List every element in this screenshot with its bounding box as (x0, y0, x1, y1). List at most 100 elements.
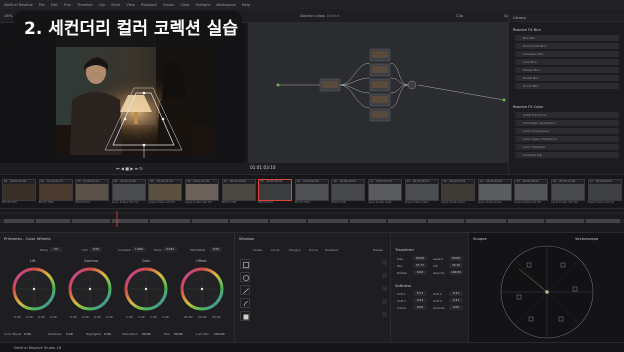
clip-thumbnail[interactable]: 09 00:00:00:00 (294, 179, 329, 201)
contrast-field[interactable]: 1.000 (132, 247, 146, 252)
window-toggle[interactable] (382, 299, 387, 304)
shadows-value[interactable]: 0.00 (66, 332, 73, 336)
menu-item-file[interactable]: File (39, 3, 45, 7)
clip-thumbnail[interactable]: 10 00:00:00:00 (331, 179, 366, 201)
node-editor[interactable] (248, 23, 508, 163)
lift-value[interactable]: 0.00 (26, 315, 33, 319)
window-toggle[interactable] (382, 273, 387, 278)
clip-thumbnail[interactable]: 01 00:00:00:00 (2, 179, 36, 201)
rotate-field[interactable]: 0.00 (413, 270, 427, 275)
gain-value[interactable]: 1.00 (126, 315, 133, 319)
menu-item-playback[interactable]: Playback (141, 3, 157, 7)
window-overlay[interactable] (56, 30, 226, 160)
gradient-window-button[interactable] (240, 311, 250, 321)
color-wheels[interactable] (0, 265, 234, 313)
clip-thumbnail[interactable]: 16 05:39:14:06 (551, 179, 585, 201)
gamma-value[interactable]: 0.00 (82, 315, 89, 319)
window-toggle[interactable] (382, 286, 387, 291)
clip-thumbnail[interactable]: 15 00:00:00:00 (514, 179, 549, 201)
pivot-field[interactable]: 0.435 (163, 247, 177, 252)
clip-thumbnail[interactable]: 13 00:00:07:22 (441, 179, 476, 201)
temp-field[interactable]: 0.0 (50, 247, 62, 252)
app-name-menu[interactable]: DaVinci Resolve (4, 3, 33, 7)
mini-timeline[interactable] (0, 208, 624, 232)
menu-item-color[interactable]: Color (180, 3, 189, 7)
color-boost-value[interactable]: 0.00 (24, 332, 31, 336)
size-field[interactable]: 50.00 (413, 256, 427, 261)
fx-color-header[interactable]: Resolve FX Color (513, 105, 543, 109)
linear-tool[interactable]: Linear (253, 248, 262, 252)
window-toggle[interactable] (382, 312, 387, 317)
lift-value[interactable]: 0.00 (14, 315, 21, 319)
clip-thumbnail[interactable]: 08 00:00:00:00 (258, 179, 293, 201)
menu-item-workspace[interactable]: Workspace (216, 3, 236, 7)
gamma-value[interactable]: 0.00 (106, 315, 113, 319)
curve-tool[interactable]: Curve (309, 248, 318, 252)
clip-thumbnail[interactable]: 07 00:00:00:00 (221, 179, 256, 201)
soft4-field[interactable]: 0.41 (449, 298, 463, 303)
clip-thumbnail[interactable]: 02 01:01:20:13 (38, 179, 73, 201)
highlights-value[interactable]: 0.00 (104, 332, 111, 336)
linear-window-button[interactable] (240, 259, 250, 269)
gamma-value[interactable]: 0.00 (70, 315, 77, 319)
fx-item[interactable]: Chromatic Adaptation (515, 120, 619, 126)
middetail-field[interactable]: 0.00 (210, 247, 222, 252)
transport-controls[interactable]: ⏮ ◀ ■ ▶ ⏭ ↻ (116, 166, 143, 171)
gain-value[interactable]: 1.00 (150, 315, 157, 319)
curve-window-button[interactable] (240, 298, 250, 308)
lift-value[interactable]: 0.00 (50, 315, 57, 319)
clip-thumbnail[interactable]: 17 00:00:00:00 (587, 179, 622, 201)
fx-item[interactable]: Contrast Pop (515, 152, 619, 158)
window-toggle[interactable] (382, 260, 387, 265)
fx-blur-header[interactable]: Resolve FX Blur (513, 28, 541, 32)
menu-item-trim[interactable]: Trim (64, 3, 72, 7)
circle-tool[interactable]: Circle (271, 248, 279, 252)
delete-button[interactable]: Delete (373, 248, 383, 252)
menu-item-fusion[interactable]: Fusion (163, 3, 175, 7)
aspect-field[interactable]: 50.00 (449, 256, 463, 261)
saturation-value[interactable]: 50.00 (142, 332, 151, 336)
menu-item-edit[interactable]: Edit (51, 3, 58, 7)
pan-field[interactable]: 57.77 (413, 263, 427, 268)
gamma-value[interactable]: 0.00 (94, 315, 101, 319)
menu-item-mark[interactable]: Mark (111, 3, 120, 7)
polygon-window-button[interactable] (240, 285, 250, 295)
fx-item[interactable]: Box Blur (515, 35, 619, 41)
fx-item[interactable]: Color Compressor (515, 128, 619, 134)
fx-item[interactable]: Gaussian Blur (515, 51, 619, 57)
color-page-tab[interactable] (332, 343, 354, 352)
gain-value[interactable]: 1.00 (138, 315, 145, 319)
clip-thumbnail[interactable]: 11 00:07:03:15 (368, 179, 402, 201)
opacity-field[interactable]: 100.00 (449, 270, 463, 275)
fx-item[interactable]: Radial Blur (515, 75, 619, 81)
clip-dropdown[interactable]: Clip (456, 13, 463, 18)
lum-mix-value[interactable]: 100.00 (214, 332, 225, 336)
fx-item[interactable]: Color Stabilizer (515, 144, 619, 150)
soft2-field[interactable]: 0.41 (449, 291, 463, 296)
inside-field[interactable]: 0.00 (413, 305, 427, 310)
tilt-field[interactable]: 76.10 (449, 263, 463, 268)
clip-thumbnail[interactable]: 06 04:51:15:05 (185, 179, 219, 201)
clip-thumbnail[interactable]: 05 07:24:33:14 (148, 179, 183, 201)
library-tab[interactable]: Library (509, 14, 624, 22)
soft3-field[interactable]: 0.41 (413, 298, 427, 303)
gain-value[interactable]: 1.00 (162, 315, 169, 319)
outside-field[interactable]: 0.00 (449, 305, 463, 310)
fx-item[interactable]: Directional Blur (515, 43, 619, 49)
menu-item-clip[interactable]: Clip (99, 3, 106, 7)
menu-item-help[interactable]: Help (242, 3, 250, 7)
clip-thumbnail[interactable]: 12 00:07:00:13 (404, 179, 439, 201)
fx-item[interactable]: Lens Blur (515, 59, 619, 65)
fx-item[interactable]: Color Space Transform (515, 136, 619, 142)
zoom-level[interactable]: 16% (4, 13, 12, 18)
clip-thumbnail[interactable]: 03 07:02:47:14 (75, 179, 110, 201)
circle-window-button[interactable] (240, 272, 250, 282)
polygon-tool[interactable]: Polygon (289, 248, 301, 252)
clip-thumbnail[interactable]: 14 00:05:40:05 (477, 179, 512, 201)
clip-thumbnail[interactable]: 04 01:02:11:09 (111, 179, 146, 201)
fx-item[interactable]: Zoom Blur (515, 83, 619, 89)
lift-value[interactable]: 0.00 (38, 315, 45, 319)
tint-field[interactable]: 0.00 (90, 247, 102, 252)
hue-value[interactable]: 50.00 (174, 332, 183, 336)
offset-value[interactable]: 25.00 (198, 315, 207, 319)
